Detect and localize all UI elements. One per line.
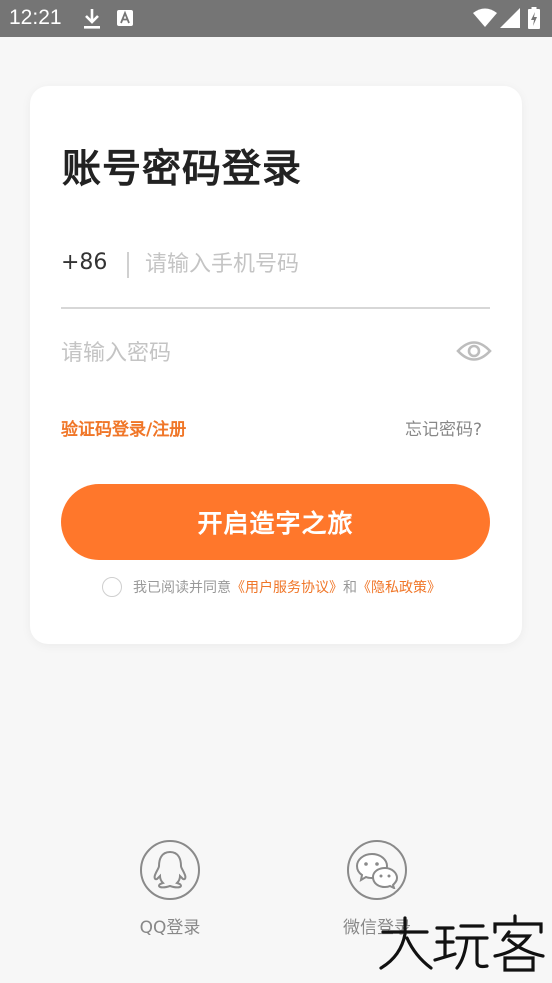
- divider: [127, 252, 129, 278]
- qq-icon: [153, 850, 187, 889]
- agreement-row: 我已阅读并同意 《用户服务协议》 和 《隐私政策》: [102, 575, 441, 599]
- watermark-logo: [379, 914, 545, 972]
- a-icon: [117, 10, 133, 26]
- agreement-prefix: 我已阅读并同意: [133, 580, 231, 596]
- download-icon: [84, 9, 100, 29]
- wechat-icon: [355, 852, 399, 889]
- password-input[interactable]: [61, 337, 441, 369]
- qq-icon-circle: [140, 840, 200, 900]
- status-time: 12:21: [9, 6, 62, 29]
- login-card: 账号密码登录 +86 验证码登录/注册 忘记密码? 开启造字之旅 我已阅读并同意…: [30, 86, 522, 644]
- qq-login-label: QQ登录: [139, 918, 201, 938]
- agreement-connector: 和: [343, 580, 357, 596]
- status-bar: 12:21: [0, 0, 552, 37]
- qq-login-button[interactable]: QQ登录: [130, 840, 210, 938]
- page-title: 账号密码登录: [62, 147, 303, 192]
- forgot-password-link[interactable]: 忘记密码?: [405, 415, 482, 440]
- signal-icon: [500, 8, 520, 28]
- battery-icon: [528, 7, 540, 29]
- sms-login-register-link[interactable]: 验证码登录/注册: [61, 415, 186, 440]
- phone-input[interactable]: [145, 248, 475, 280]
- privacy-policy-link[interactable]: 《隐私政策》: [357, 577, 441, 597]
- phone-underline: [61, 307, 490, 309]
- wifi-icon: [473, 8, 497, 27]
- country-code-selector[interactable]: +86: [61, 250, 107, 275]
- start-button[interactable]: 开启造字之旅: [61, 484, 490, 560]
- user-agreement-link[interactable]: 《用户服务协议》: [231, 577, 343, 597]
- agreement-checkbox[interactable]: [102, 577, 122, 597]
- show-password-eye-icon[interactable]: [456, 338, 492, 364]
- wechat-icon-circle: [347, 840, 407, 900]
